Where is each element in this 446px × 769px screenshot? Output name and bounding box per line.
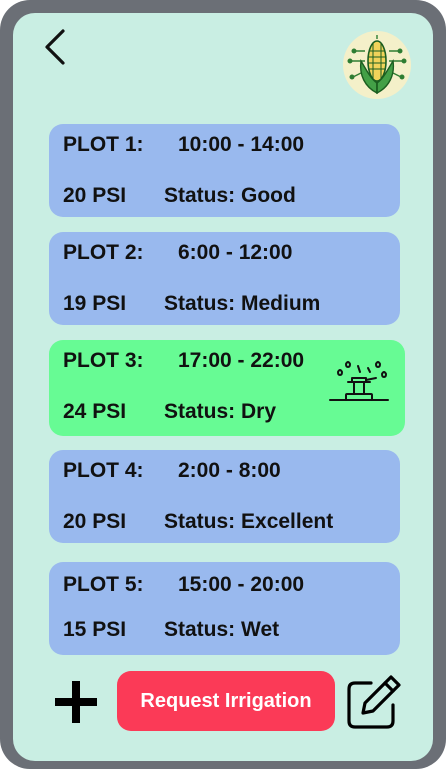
plus-icon xyxy=(55,681,97,723)
corn-circuit-logo xyxy=(347,35,407,95)
sprinkler-icon xyxy=(329,361,389,401)
plot-label: PLOT 4: xyxy=(63,459,144,482)
plot-card-1[interactable]: PLOT 1: 10:00 - 14:00 20 PSI Status: Goo… xyxy=(49,124,400,217)
back-button[interactable] xyxy=(39,27,73,67)
plot-pressure: 24 PSI xyxy=(63,400,127,423)
plot-card-3[interactable]: PLOT 3: 17:00 - 22:00 24 PSI Status: Dry xyxy=(49,340,405,436)
add-plot-button[interactable] xyxy=(53,679,99,725)
plot-card-2[interactable]: PLOT 2: 6:00 - 12:00 19 PSI Status: Medi… xyxy=(49,232,400,325)
device-frame: PLOT 1: 10:00 - 14:00 20 PSI Status: Goo… xyxy=(0,0,446,769)
plot-pressure: 20 PSI xyxy=(63,510,127,533)
plot-pressure: 19 PSI xyxy=(63,292,127,315)
plot-time: 6:00 - 12:00 xyxy=(178,241,293,264)
app-logo xyxy=(343,31,411,99)
plot-status: Status: Good xyxy=(164,184,296,207)
plot-status: Status: Excellent xyxy=(164,510,334,533)
plot-card-4[interactable]: PLOT 4: 2:00 - 8:00 20 PSI Status: Excel… xyxy=(49,450,400,543)
plot-status: Status: Wet xyxy=(164,618,280,641)
plot-label: PLOT 3: xyxy=(63,349,144,372)
plot-label: PLOT 1: xyxy=(63,133,144,156)
app-screen: PLOT 1: 10:00 - 14:00 20 PSI Status: Goo… xyxy=(13,13,433,761)
chevron-left-icon xyxy=(45,29,65,65)
plot-time: 17:00 - 22:00 xyxy=(178,349,305,372)
plot-time: 2:00 - 8:00 xyxy=(178,459,281,482)
plot-time: 10:00 - 14:00 xyxy=(178,133,305,156)
request-irrigation-button[interactable]: Request Irrigation xyxy=(117,671,335,731)
edit-button[interactable] xyxy=(345,673,403,731)
plot-label: PLOT 5: xyxy=(63,573,144,596)
plot-card-5[interactable]: PLOT 5: 15:00 - 20:00 15 PSI Status: Wet xyxy=(49,562,400,655)
plot-status: Status: Dry xyxy=(164,400,277,423)
plot-pressure: 20 PSI xyxy=(63,184,127,207)
plot-status: Status: Medium xyxy=(164,292,321,315)
plot-pressure: 15 PSI xyxy=(63,618,127,641)
plot-label: PLOT 2: xyxy=(63,241,144,264)
plot-time: 15:00 - 20:00 xyxy=(178,573,305,596)
edit-icon xyxy=(347,675,401,729)
